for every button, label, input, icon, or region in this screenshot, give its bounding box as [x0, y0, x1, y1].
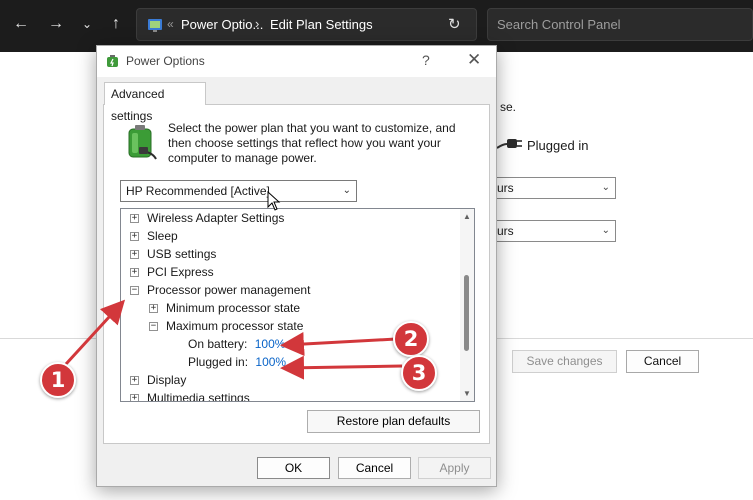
chevron-down-icon: ⌄: [601, 182, 610, 193]
power-options-icon: [107, 55, 118, 67]
tree-item-label: Plugged in:: [188, 355, 249, 369]
control-panel-icon: [148, 19, 162, 32]
cancel-button[interactable]: Cancel: [338, 457, 411, 479]
search-box[interactable]: [487, 8, 753, 41]
mouse-cursor-icon: [267, 191, 281, 211]
tree-item-label: Multimedia settings: [147, 391, 250, 402]
plugged-in-value-link[interactable]: 100%: [255, 355, 286, 369]
tree-item-label: Sleep: [147, 229, 178, 243]
breadcrumb-overflow[interactable]: «: [167, 17, 174, 31]
dialog-title-bar: Power Options ? ✕: [97, 46, 496, 77]
expand-icon[interactable]: +: [130, 376, 139, 385]
collapse-icon[interactable]: −: [149, 322, 158, 331]
tree-item-plugged-in[interactable]: Plugged in: 100%: [188, 353, 286, 371]
up-icon[interactable]: ↑: [104, 12, 128, 36]
annotation-marker-2: 2: [393, 321, 429, 357]
restore-plan-defaults-button[interactable]: Restore plan defaults: [307, 410, 480, 433]
scroll-up-icon[interactable]: ▲: [463, 212, 471, 221]
close-icon[interactable]: ✕: [467, 50, 481, 70]
tree-item-label: Maximum processor state: [166, 319, 304, 333]
save-changes-button[interactable]: Save changes: [512, 350, 617, 373]
tab-advanced-settings[interactable]: Advanced settings: [104, 82, 206, 123]
expand-icon[interactable]: +: [130, 214, 139, 223]
scroll-down-icon[interactable]: ▼: [463, 389, 471, 398]
intro-text: Select the power plan that you want to c…: [168, 121, 456, 165]
select-value: urs: [497, 224, 514, 238]
search-input[interactable]: [488, 9, 752, 40]
annotation-marker-3: 3: [401, 355, 437, 391]
tree-item-label: Display: [147, 373, 187, 387]
refresh-icon[interactable]: ↻: [448, 15, 461, 33]
plugged-in-setting-select-1[interactable]: urs ⌄: [490, 177, 616, 199]
plan-selected-value: HP Recommended [Active]: [126, 184, 270, 198]
power-plan-select[interactable]: HP Recommended [Active] ⌄: [120, 180, 357, 202]
expand-icon[interactable]: +: [130, 250, 139, 259]
annotation-marker-1: 1: [40, 362, 76, 398]
on-battery-value-link[interactable]: 100%: [255, 337, 286, 351]
address-bar[interactable]: « Power Optio... › Edit Plan Settings ↻: [136, 8, 477, 41]
plugged-in-header: Plugged in: [527, 138, 589, 153]
apply-button[interactable]: Apply: [418, 457, 491, 479]
expand-icon[interactable]: +: [130, 268, 139, 277]
expand-icon[interactable]: +: [130, 232, 139, 241]
breadcrumb-power-options[interactable]: Power Optio...: [181, 17, 263, 32]
forward-icon[interactable]: →: [44, 12, 68, 36]
background-partial-text: se.: [500, 100, 517, 114]
battery-plug-icon: [128, 125, 157, 160]
recent-locations-chevron-icon[interactable]: ⌄: [75, 12, 99, 36]
plugged-in-setting-select-2[interactable]: urs ⌄: [490, 220, 616, 242]
tree-item-label: USB settings: [147, 247, 217, 261]
tree-scrollbar[interactable]: ▲ ▼: [460, 209, 474, 401]
tree-item-label: Processor power management: [147, 283, 311, 297]
back-icon[interactable]: ←: [9, 12, 33, 36]
tree-item-on-battery[interactable]: On battery: 100%: [188, 335, 285, 353]
chevron-down-icon: ⌄: [342, 185, 351, 196]
chevron-down-icon: ⌄: [601, 225, 610, 236]
help-button[interactable]: ?: [422, 52, 430, 68]
tree-item-label: PCI Express: [147, 265, 214, 279]
breadcrumb-edit-plan-settings[interactable]: Edit Plan Settings: [270, 17, 373, 32]
select-value: urs: [497, 181, 514, 195]
scrollbar-thumb[interactable]: [464, 275, 469, 351]
plug-icon: [496, 139, 522, 149]
expand-icon[interactable]: +: [130, 394, 139, 401]
collapse-icon[interactable]: −: [130, 286, 139, 295]
power-options-dialog: Power Options ? ✕ Advanced settings Sele…: [96, 45, 497, 487]
tree-item-label: Wireless Adapter Settings: [147, 211, 285, 225]
expand-icon[interactable]: +: [149, 304, 158, 313]
background-cancel-button[interactable]: Cancel: [626, 350, 699, 373]
breadcrumb-separator-icon: ›: [255, 16, 260, 31]
dialog-title: Power Options: [126, 54, 205, 68]
tree-item-label: Minimum processor state: [166, 301, 301, 315]
ok-button[interactable]: OK: [257, 457, 330, 479]
tree-item-label: On battery:: [188, 337, 248, 351]
advanced-settings-panel: Select the power plan that you want to c…: [103, 104, 490, 444]
